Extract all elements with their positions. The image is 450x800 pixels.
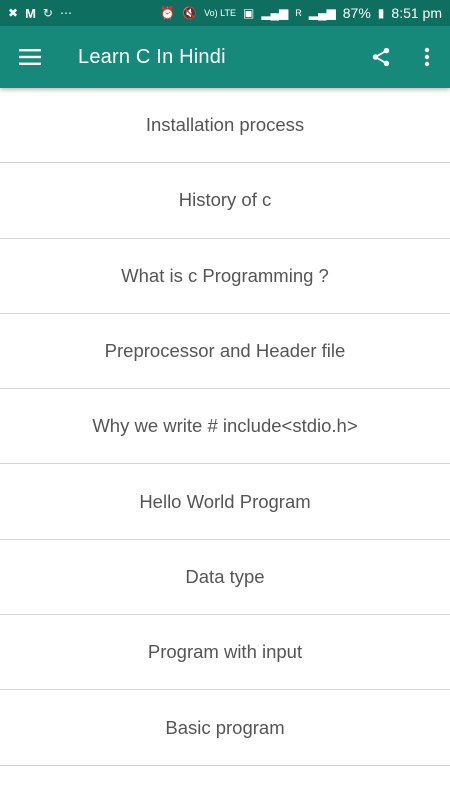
- alarm-icon: ⏰: [160, 6, 176, 20]
- list-item-data-type[interactable]: Data type: [0, 540, 450, 616]
- list-item-what-is-c-programming[interactable]: What is c Programming ?: [0, 239, 450, 314]
- sync-icon: ↻: [42, 6, 53, 20]
- share-button[interactable]: [358, 26, 404, 88]
- more-notifications-icon: ⋯: [59, 6, 72, 20]
- status-bar-system: ⏰ 🔇 Vo) LTE ▣ ▂▄▆ R ▂▄▆ 87% ▮ 8:51 pm: [160, 5, 442, 21]
- list-item-hello-world-program[interactable]: Hello World Program: [0, 464, 450, 540]
- sim-icon: ▣: [242, 6, 255, 20]
- mute-icon: 🔇: [182, 6, 198, 20]
- more-vert-icon: [424, 47, 430, 67]
- missed-call-icon: ✖: [8, 6, 19, 20]
- signal-icon-2: ▂▄▆: [308, 6, 336, 20]
- list-item-installation-process[interactable]: Installation process: [0, 88, 450, 164]
- battery-percent: 87%: [342, 5, 371, 21]
- app-bar: Learn C In Hindi: [0, 26, 450, 88]
- overflow-menu-button[interactable]: [404, 26, 450, 88]
- signal-icon: ▂▄▆: [261, 6, 289, 20]
- list-item-preprocessor-and-header-file[interactable]: Preprocessor and Header file: [0, 314, 450, 390]
- hamburger-menu-icon: [19, 49, 41, 65]
- list-item-why-include-stdio[interactable]: Why we write # include<stdio.h>: [0, 389, 450, 465]
- gmail-icon: M: [25, 5, 36, 21]
- share-icon: [372, 47, 390, 67]
- volte-icon: Vo) LTE: [204, 7, 236, 18]
- menu-button[interactable]: [0, 26, 60, 88]
- battery-icon: ▮: [377, 6, 385, 20]
- status-bar-notifications: ✖ M ↻ ⋯: [8, 7, 72, 20]
- topic-list: Installation process History of c What i…: [0, 88, 450, 766]
- list-item-history-of-c[interactable]: History of c: [0, 163, 450, 239]
- list-item-program-with-input[interactable]: Program with input: [0, 615, 450, 691]
- list-item-basic-program[interactable]: Basic program: [0, 690, 450, 766]
- status-bar: ✖ M ↻ ⋯ ⏰ 🔇 Vo) LTE ▣ ▂▄▆ R ▂▄▆ 87% ▮ 8:…: [0, 0, 450, 26]
- roaming-icon: R: [295, 7, 302, 18]
- clock: 8:51 pm: [391, 5, 442, 21]
- page-title: Learn C In Hindi: [78, 45, 226, 68]
